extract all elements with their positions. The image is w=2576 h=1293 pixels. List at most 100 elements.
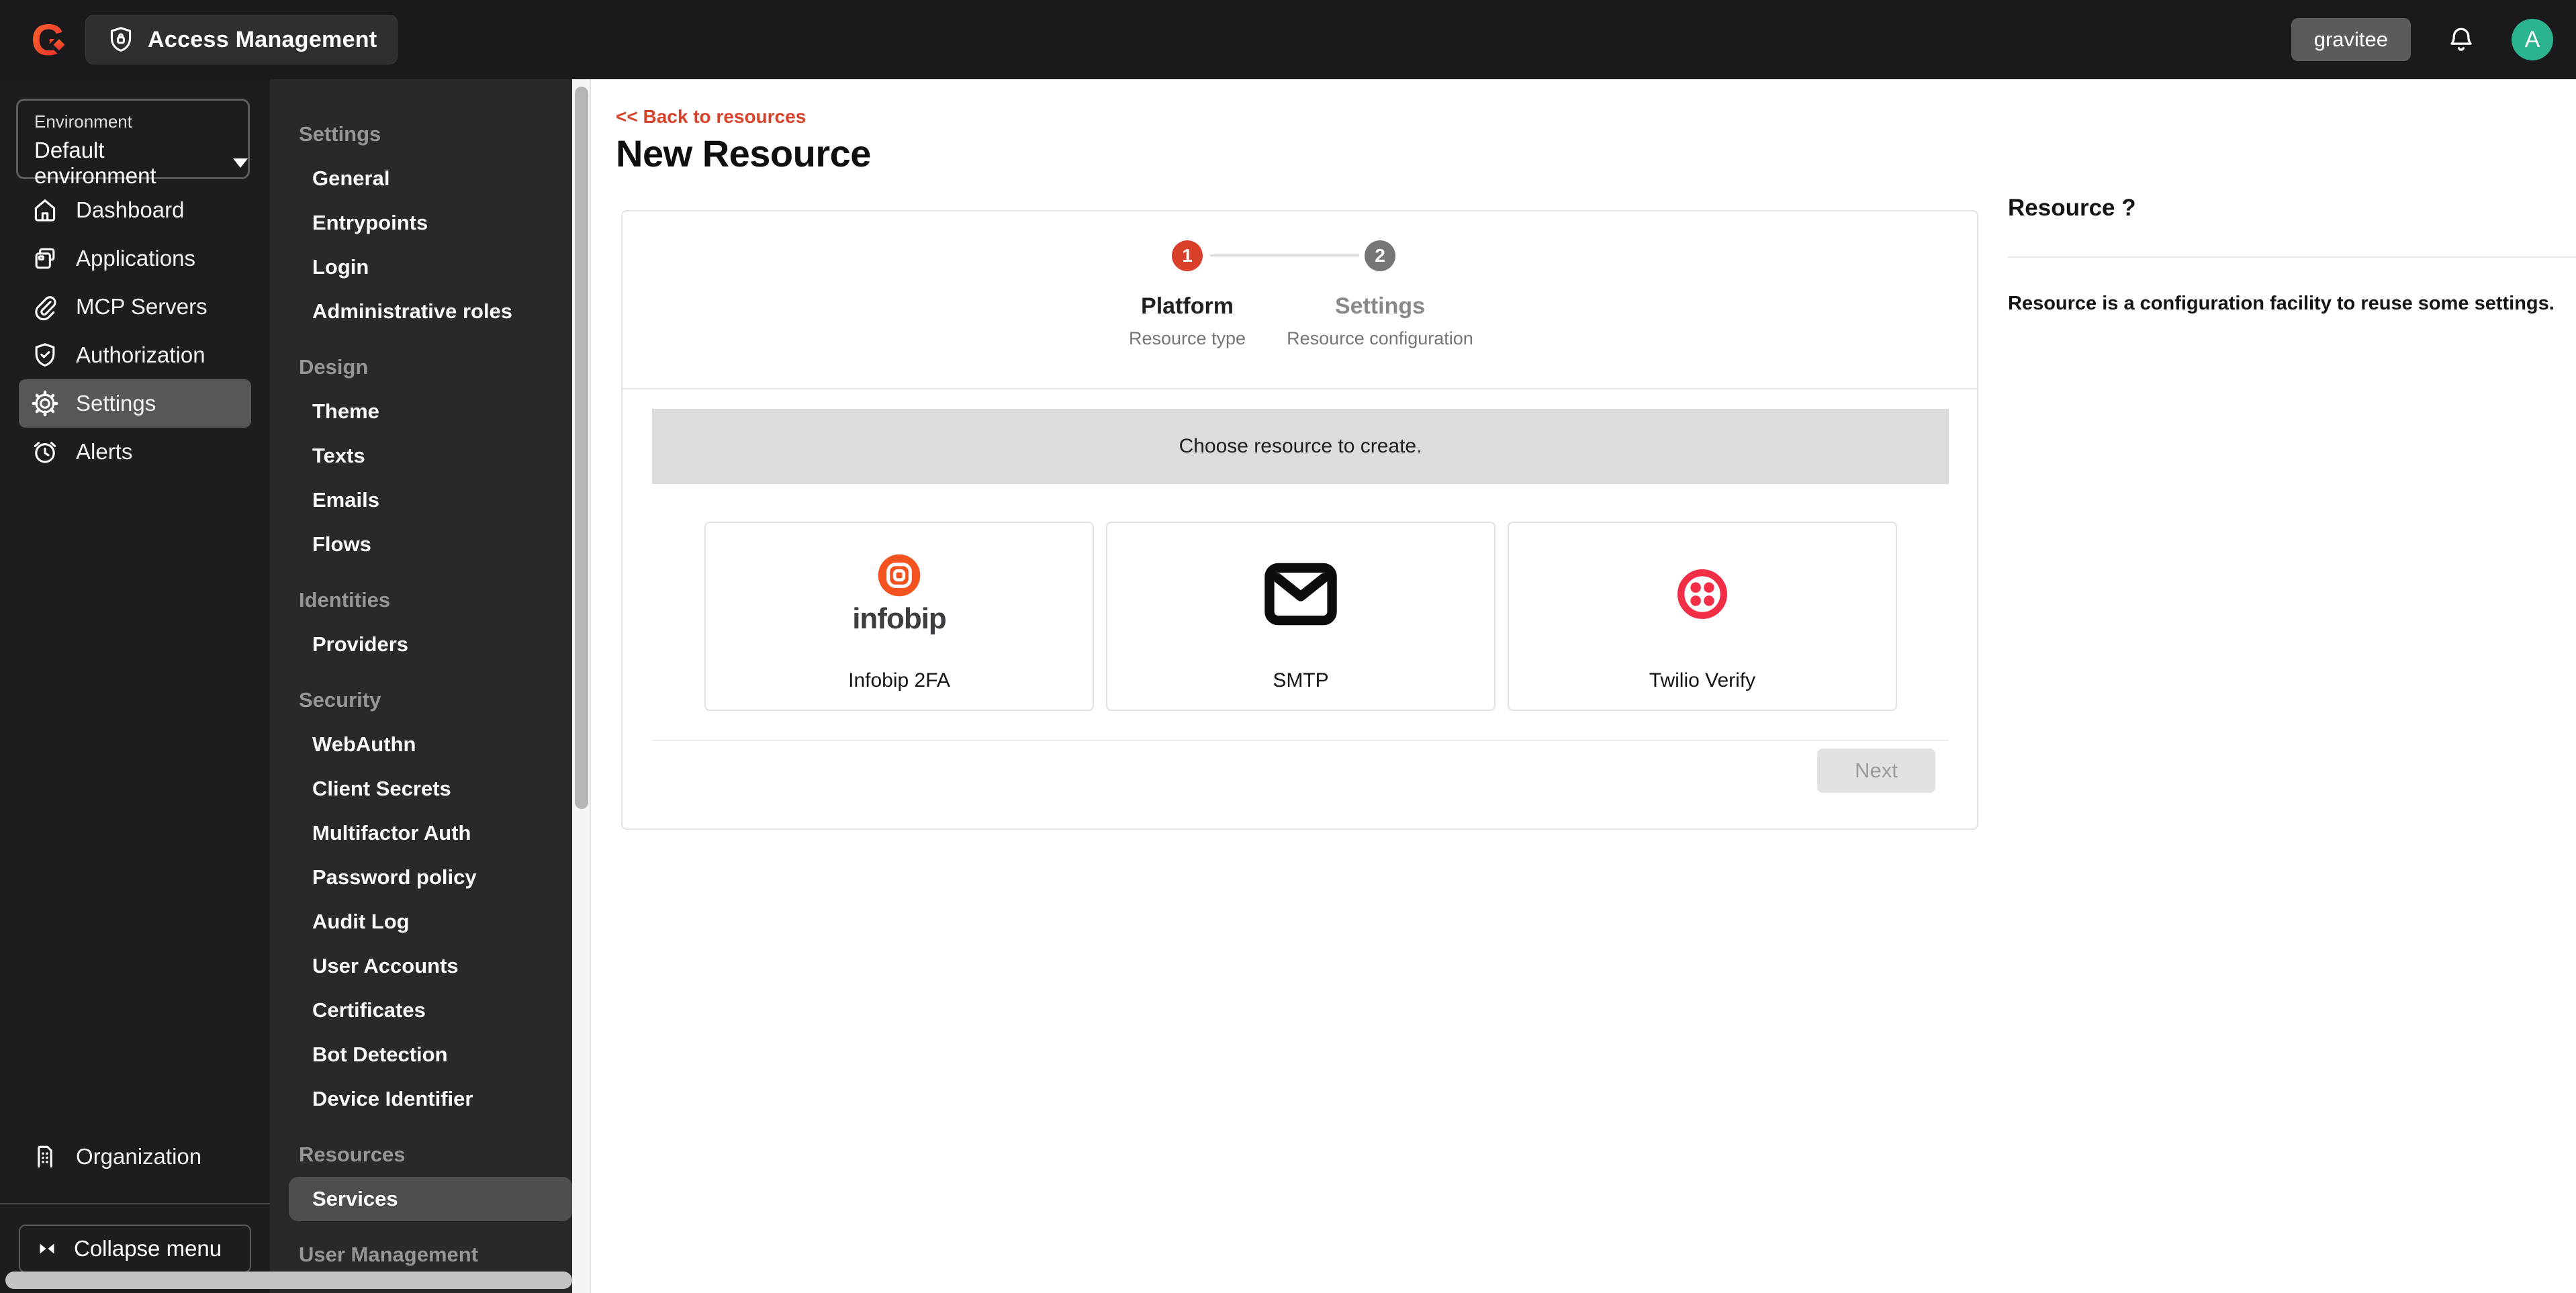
shield-check-icon bbox=[30, 340, 60, 370]
topbar: G Access Management gravitee A bbox=[0, 0, 2576, 79]
sidebar-item-authorization[interactable]: Authorization bbox=[19, 331, 251, 379]
home-icon bbox=[30, 195, 60, 225]
resource-name: SMTP bbox=[1273, 669, 1329, 691]
smtp-logo bbox=[1107, 523, 1494, 665]
twilio-logo-icon bbox=[1673, 565, 1731, 623]
section-header-design: Design bbox=[299, 355, 369, 379]
secondary-sidebar: Settings General Entrypoints Login Administr… bbox=[270, 79, 572, 1293]
main-content: << Back to resources New Resource 1 2 Pl… bbox=[591, 79, 2576, 1293]
infobip-wordmark: infobip bbox=[852, 602, 947, 635]
sidebar-item-bot-detection[interactable]: Bot Detection bbox=[270, 1033, 572, 1077]
sidebar-item-label: Alerts bbox=[76, 439, 133, 464]
back-to-resources-link[interactable]: << Back to resources bbox=[616, 106, 806, 128]
sidebar-item-login[interactable]: Login bbox=[270, 245, 572, 289]
section-header-security: Security bbox=[299, 688, 381, 712]
environment-value: Default environment bbox=[34, 138, 156, 188]
sidebar-divider bbox=[0, 1203, 270, 1204]
sidebar-item-administrative-roles[interactable]: Administrative roles bbox=[270, 289, 572, 334]
sidebar-item-label: Authorization bbox=[76, 342, 205, 367]
sidebar-item-device-identifier[interactable]: Device Identifier bbox=[270, 1077, 572, 1121]
building-icon bbox=[30, 1142, 60, 1171]
applications-icon bbox=[30, 244, 60, 273]
sidebar-item-flows[interactable]: Flows bbox=[270, 522, 572, 567]
environment-label: Environment bbox=[34, 111, 132, 132]
section-header-identities: Identities bbox=[299, 588, 391, 612]
page-title: New Resource bbox=[616, 132, 871, 175]
section-header-resources: Resources bbox=[299, 1143, 406, 1166]
resource-name: Twilio Verify bbox=[1649, 669, 1756, 691]
stepper-divider bbox=[623, 388, 1977, 389]
sidebar-item-texts[interactable]: Texts bbox=[270, 434, 572, 478]
section-header-user-management: User Management bbox=[299, 1243, 479, 1266]
alarm-clock-icon bbox=[30, 437, 60, 467]
horizontal-scrollbar[interactable] bbox=[5, 1272, 572, 1289]
sidebar-item-client-secrets[interactable]: Client Secrets bbox=[270, 767, 572, 811]
sidebar-item-alerts[interactable]: Alerts bbox=[19, 428, 251, 476]
sidebar-item-general[interactable]: General bbox=[270, 156, 572, 201]
sidebar-item-user-accounts[interactable]: User Accounts bbox=[270, 944, 572, 988]
vertical-scrollbar-track bbox=[572, 79, 591, 1293]
product-badge-access-management[interactable]: Access Management bbox=[85, 15, 398, 64]
collapse-icon bbox=[35, 1237, 59, 1261]
choose-resource-banner: Choose resource to create. bbox=[652, 409, 1949, 484]
stepper-connector bbox=[1210, 254, 1359, 256]
resource-card-twilio-verify[interactable]: Twilio Verify bbox=[1508, 522, 1897, 711]
sidebar-item-label: Settings bbox=[76, 391, 156, 416]
sidebar-item-services[interactable]: Services bbox=[289, 1177, 572, 1221]
infobip-logo-icon bbox=[876, 553, 922, 598]
step-1-circle: 1 bbox=[1172, 240, 1203, 271]
sidebar-item-label: Applications bbox=[76, 246, 195, 271]
sidebar-item-audit-log[interactable]: Audit Log bbox=[270, 900, 572, 944]
chevron-down-icon bbox=[233, 158, 248, 168]
sidebar-item-entrypoints[interactable]: Entrypoints bbox=[270, 201, 572, 245]
shield-lock-icon bbox=[106, 25, 136, 54]
paperclip-icon bbox=[30, 292, 60, 322]
product-badge-label: Access Management bbox=[148, 26, 377, 52]
twilio-logo bbox=[1509, 523, 1896, 665]
resource-card-infobip-2fa[interactable]: infobip Infobip 2FA bbox=[704, 522, 1094, 711]
infobip-logo: infobip bbox=[706, 523, 1093, 665]
sidebar-item-mcp-servers[interactable]: MCP Servers bbox=[19, 283, 251, 331]
primary-nav: Dashboard Applications MCP Servers Autho… bbox=[0, 186, 270, 476]
sidebar-item-multifactor-auth[interactable]: Multifactor Auth bbox=[270, 811, 572, 855]
step-2-label: Settings bbox=[1334, 293, 1426, 319]
collapse-menu-label: Collapse menu bbox=[74, 1236, 222, 1261]
sidebar-item-label: Organization bbox=[76, 1144, 202, 1169]
sidebar-item-webauthn[interactable]: WebAuthn bbox=[270, 722, 572, 767]
sidebar-item-applications[interactable]: Applications bbox=[19, 234, 251, 283]
help-panel: Resource ? Resource is a configuration f… bbox=[2008, 195, 2576, 315]
help-panel-divider bbox=[2008, 256, 2576, 258]
actions-divider bbox=[652, 740, 1949, 741]
sidebar-item-emails[interactable]: Emails bbox=[270, 478, 572, 522]
user-avatar[interactable]: A bbox=[2512, 19, 2553, 60]
help-panel-body: Resource is a configuration facility to … bbox=[2008, 293, 2555, 314]
sidebar-item-theme[interactable]: Theme bbox=[270, 389, 572, 434]
step-2-sublabel: Resource configuration bbox=[1287, 328, 1473, 348]
resource-name: Infobip 2FA bbox=[848, 669, 950, 691]
notifications-bell-icon[interactable] bbox=[2446, 24, 2477, 55]
topbar-right: gravitee A bbox=[2291, 0, 2553, 79]
sidebar-item-organization[interactable]: Organization bbox=[19, 1133, 251, 1181]
gear-icon bbox=[30, 389, 60, 418]
gravitee-logo-icon[interactable]: G bbox=[28, 15, 75, 64]
sidebar-item-label: MCP Servers bbox=[76, 294, 208, 319]
new-resource-wizard-card: 1 2 Platform Settings Resource type Reso… bbox=[621, 210, 1978, 830]
resource-card-smtp[interactable]: SMTP bbox=[1106, 522, 1496, 711]
settings-nav: Settings General Entrypoints Login Administr… bbox=[270, 79, 572, 1277]
sidebar-item-certificates[interactable]: Certificates bbox=[270, 988, 572, 1033]
sidebar-item-dashboard[interactable]: Dashboard bbox=[19, 186, 251, 234]
next-button[interactable]: Next bbox=[1817, 749, 1935, 793]
sidebar-item-settings[interactable]: Settings bbox=[19, 379, 251, 428]
organization-row: Organization bbox=[0, 1133, 270, 1181]
collapse-menu-button[interactable]: Collapse menu bbox=[19, 1225, 251, 1273]
help-panel-title: Resource ? bbox=[2008, 195, 2136, 221]
sidebar-item-password-policy[interactable]: Password policy bbox=[270, 855, 572, 900]
access-management-app: G Access Management gravitee A Environme… bbox=[0, 0, 2576, 1293]
section-header-settings: Settings bbox=[299, 122, 381, 146]
org-button[interactable]: gravitee bbox=[2291, 18, 2411, 61]
vertical-scrollbar[interactable] bbox=[575, 87, 588, 809]
environment-select[interactable]: Environment Default environment bbox=[16, 99, 250, 188]
primary-sidebar: Environment Default environment Dashboar… bbox=[0, 79, 270, 1293]
sidebar-item-providers[interactable]: Providers bbox=[270, 622, 572, 667]
step-2-circle: 2 bbox=[1365, 240, 1395, 271]
